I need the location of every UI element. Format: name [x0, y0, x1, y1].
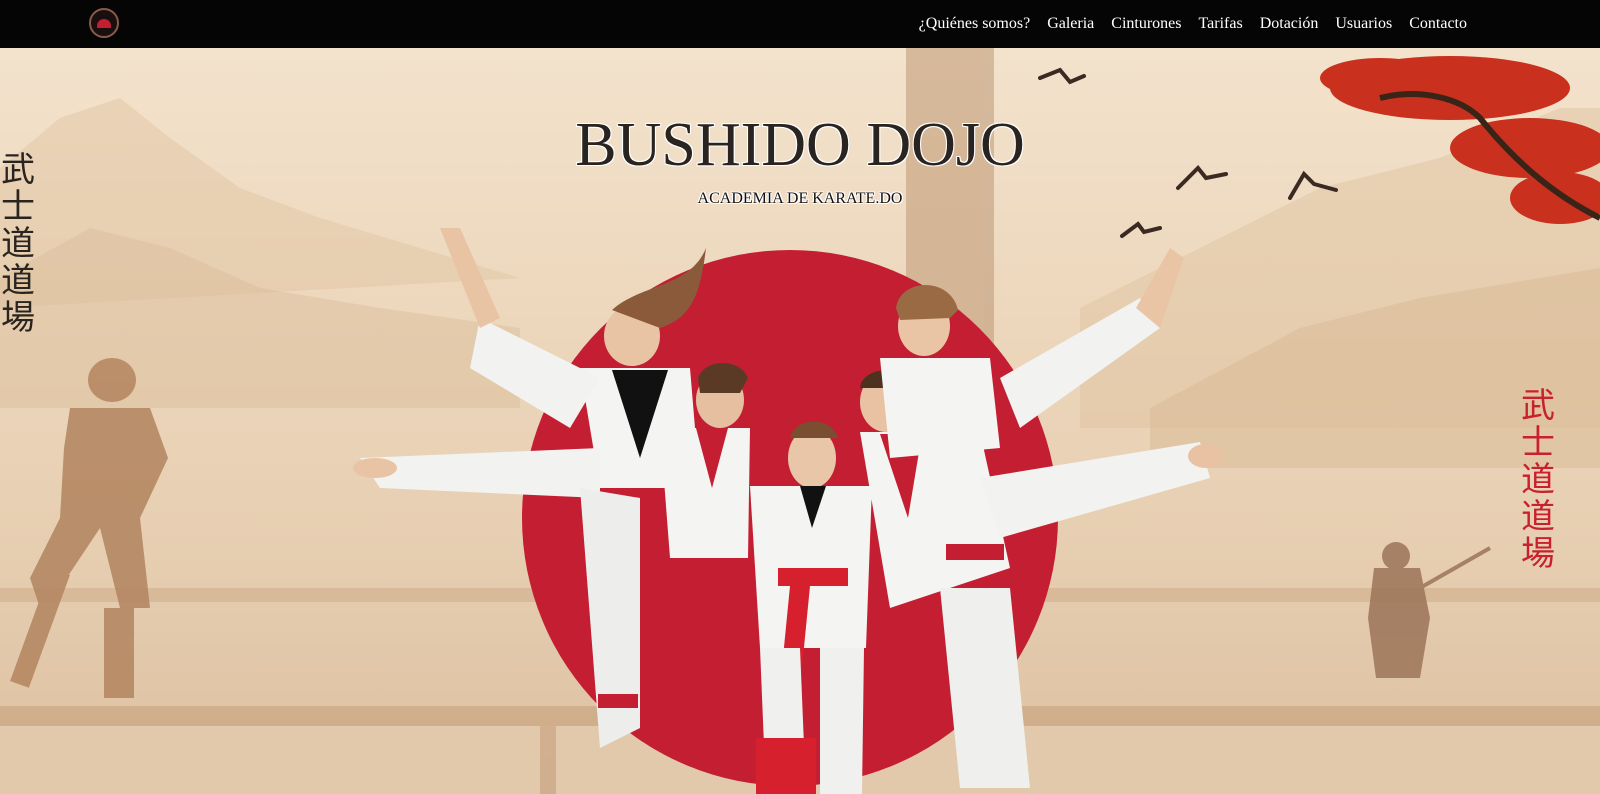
- kanji-char: 場: [1521, 534, 1555, 574]
- kanji-char: 道: [1, 261, 35, 301]
- kanji-char: 士: [1521, 423, 1555, 463]
- kanji-char: 場: [1, 298, 35, 338]
- kanji-vertical-right: 武 士 道 道 場: [1518, 388, 1558, 573]
- nav-link-quienes-somos[interactable]: ¿Quiénes somos?: [919, 15, 1031, 33]
- hero-subtitle: ACADEMIA DE KARATE.DO: [697, 190, 903, 207]
- nav-link-usuarios[interactable]: Usuarios: [1335, 15, 1392, 33]
- nav-link-galeria[interactable]: Galeria: [1047, 15, 1094, 33]
- hero-section: 武 士 道 道 場 武 士 道 道 場 BUSHIDO DOJO ACADEMI…: [0, 48, 1600, 794]
- top-navbar: ¿Quiénes somos? Galeria Cinturones Tarif…: [0, 0, 1600, 48]
- nav-link-dotacion[interactable]: Dotación: [1260, 15, 1319, 33]
- nav-link-cinturones[interactable]: Cinturones: [1111, 15, 1181, 33]
- nav-link-tarifas[interactable]: Tarifas: [1199, 15, 1243, 33]
- kanji-vertical-left: 武 士 道 道 場: [0, 152, 36, 337]
- kanji-char: 道: [1521, 497, 1555, 537]
- kanji-char: 道: [1, 224, 35, 264]
- hero-title: BUSHIDO DOJO: [575, 111, 1025, 179]
- nav-link-contacto[interactable]: Contacto: [1409, 15, 1467, 33]
- kanji-char: 道: [1521, 460, 1555, 500]
- nav-menu: ¿Quiénes somos? Galeria Cinturones Tarif…: [902, 0, 1467, 48]
- dojo-logo-icon[interactable]: [89, 8, 119, 38]
- kanji-char: 武: [1521, 386, 1555, 426]
